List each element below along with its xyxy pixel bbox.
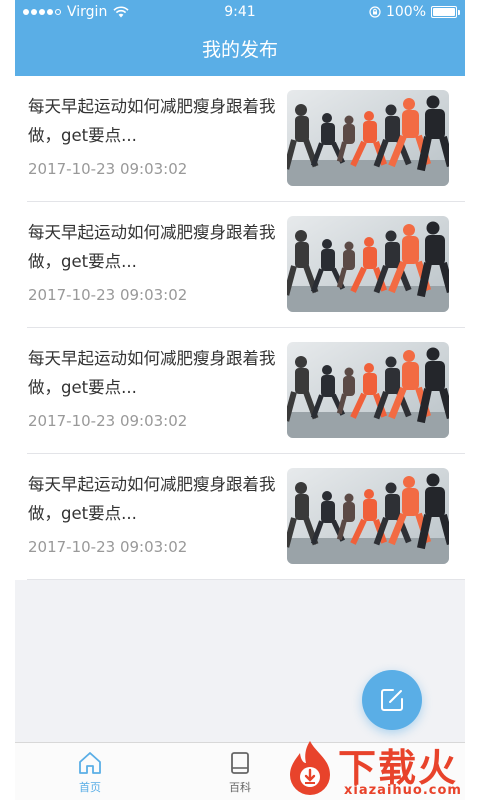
rotation-lock-icon <box>369 6 381 18</box>
flame-logo-icon <box>290 741 330 795</box>
runners-photo <box>287 90 449 186</box>
post-title: 每天早起运动如何减肥瘦身跟着我做，get要点... <box>28 223 276 271</box>
post-list: 每天早起运动如何减肥瘦身跟着我做，get要点... 2017-10-23 09:… <box>15 76 465 580</box>
tab-home[interactable]: 首页 <box>15 743 165 800</box>
post-item[interactable]: 每天早起运动如何减肥瘦身跟着我做，get要点... 2017-10-23 09:… <box>27 202 465 328</box>
home-icon <box>79 752 101 774</box>
post-date: 2017-10-23 09:03:02 <box>28 286 188 304</box>
post-thumbnail[interactable] <box>287 468 449 564</box>
battery-percent: 100% <box>385 4 426 20</box>
page-title: 我的发布 <box>201 39 278 61</box>
post-item[interactable]: 每天早起运动如何减肥瘦身跟着我做，get要点... 2017-10-23 09:… <box>27 454 465 580</box>
runners-photo <box>287 342 449 438</box>
edit-icon <box>381 689 403 711</box>
tab-home-label: 首页 <box>79 781 101 794</box>
new-post-button[interactable] <box>362 670 422 730</box>
runners-photo <box>287 216 449 312</box>
watermark-domain: xiazaihuo.com <box>344 783 462 798</box>
watermark: 下载火 xiazaihuo.com <box>280 735 480 800</box>
post-item[interactable]: 每天早起运动如何减肥瘦身跟着我做，get要点... 2017-10-23 09:… <box>27 76 465 202</box>
post-title: 每天早起运动如何减肥瘦身跟着我做，get要点... <box>28 349 276 397</box>
nav-bar: 我的发布 <box>15 24 465 76</box>
runners-photo <box>287 468 449 564</box>
post-date: 2017-10-23 09:03:02 <box>28 412 188 430</box>
post-thumbnail[interactable] <box>287 90 449 186</box>
battery-icon <box>431 6 460 18</box>
app-screen: Virgin 9:41 100% 我的发布 每天早起运动如何减肥瘦身跟着我做，g… <box>15 0 465 800</box>
post-title: 每天早起运动如何减肥瘦身跟着我做，get要点... <box>28 97 276 145</box>
book-icon <box>231 752 249 774</box>
post-title: 每天早起运动如何减肥瘦身跟着我做，get要点... <box>28 475 276 523</box>
post-item[interactable]: 每天早起运动如何减肥瘦身跟着我做，get要点... 2017-10-23 09:… <box>27 328 465 454</box>
tab-encyclopedia-label: 百科 <box>229 781 251 794</box>
status-right: 100% <box>369 4 460 20</box>
post-thumbnail[interactable] <box>287 342 449 438</box>
status-bar: Virgin 9:41 100% <box>15 0 465 24</box>
post-thumbnail[interactable] <box>287 216 449 312</box>
post-date: 2017-10-23 09:03:02 <box>28 538 188 556</box>
post-date: 2017-10-23 09:03:02 <box>28 160 188 178</box>
